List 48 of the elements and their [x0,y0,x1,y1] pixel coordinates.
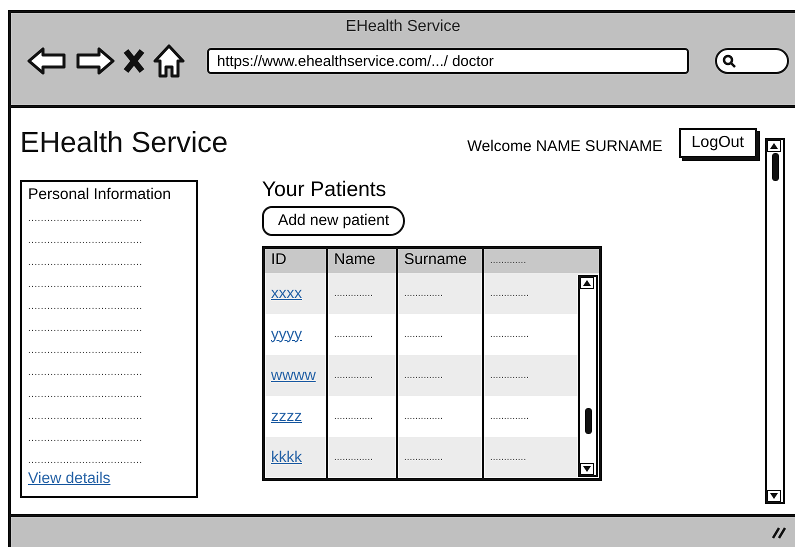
placeholder-line: .................................... [28,234,144,248]
placeholder-line: .................................... [28,410,144,424]
home-icon[interactable] [153,44,185,78]
site-title: EHealth Service [20,126,228,160]
placeholder-line: .................................... [28,212,144,226]
column-header: Surname [398,249,484,273]
back-arrow-icon[interactable] [27,46,67,76]
scroll-down-arrow-icon[interactable] [580,463,594,475]
search-field[interactable] [715,48,789,74]
close-icon[interactable] [123,48,145,74]
column-header: ............. [484,249,599,273]
placeholder-line: .................................... [28,366,144,380]
resize-grip-icon[interactable] [771,525,787,539]
placeholder-line: .................................... [28,256,144,270]
table-cell: .............. [398,355,484,396]
table-cell: .............. [328,355,398,396]
table-cell: .............. [398,437,484,478]
table-cell: .............. [328,273,398,314]
column-header: Name [328,249,398,273]
url-field[interactable]: https://www.ehealthservice.com/.../ doctor [207,48,689,74]
scroll-thumb[interactable] [772,153,778,181]
welcome-text: Welcome NAME SURNAME [467,138,663,156]
placeholder-line: .................................... [28,432,144,446]
page-scrollbar[interactable] [765,138,785,504]
column-header: ID [265,249,328,273]
placeholder-line: .................................... [28,454,144,468]
table-scrollbar[interactable] [578,275,598,477]
add-patient-button[interactable]: Add new patient [262,206,406,236]
window-title: EHealth Service [346,18,460,36]
table-cell: .............. [328,437,398,478]
scroll-thumb[interactable] [584,408,592,434]
scroll-up-arrow-icon[interactable] [580,277,594,289]
panel-title: Personal Information [28,186,172,204]
placeholder-line: .................................... [28,300,144,314]
patient-id-link[interactable]: yyyy [271,326,302,344]
placeholder-line: .................................... [28,278,144,292]
scroll-down-arrow-icon[interactable] [767,490,781,502]
forward-arrow-icon[interactable] [75,46,115,76]
search-icon [722,54,736,68]
placeholder-line: .................................... [28,388,144,402]
table-cell: .............. [398,273,484,314]
placeholder-line: .................................... [28,322,144,336]
logout-button[interactable]: LogOut [678,128,757,158]
scroll-up-arrow-icon[interactable] [767,140,781,152]
patient-id-link[interactable]: zzzz [271,408,302,426]
section-title: Your Patients [262,178,388,202]
view-details-link[interactable]: View details [28,470,190,488]
placeholder-line: .................................... [28,344,144,358]
